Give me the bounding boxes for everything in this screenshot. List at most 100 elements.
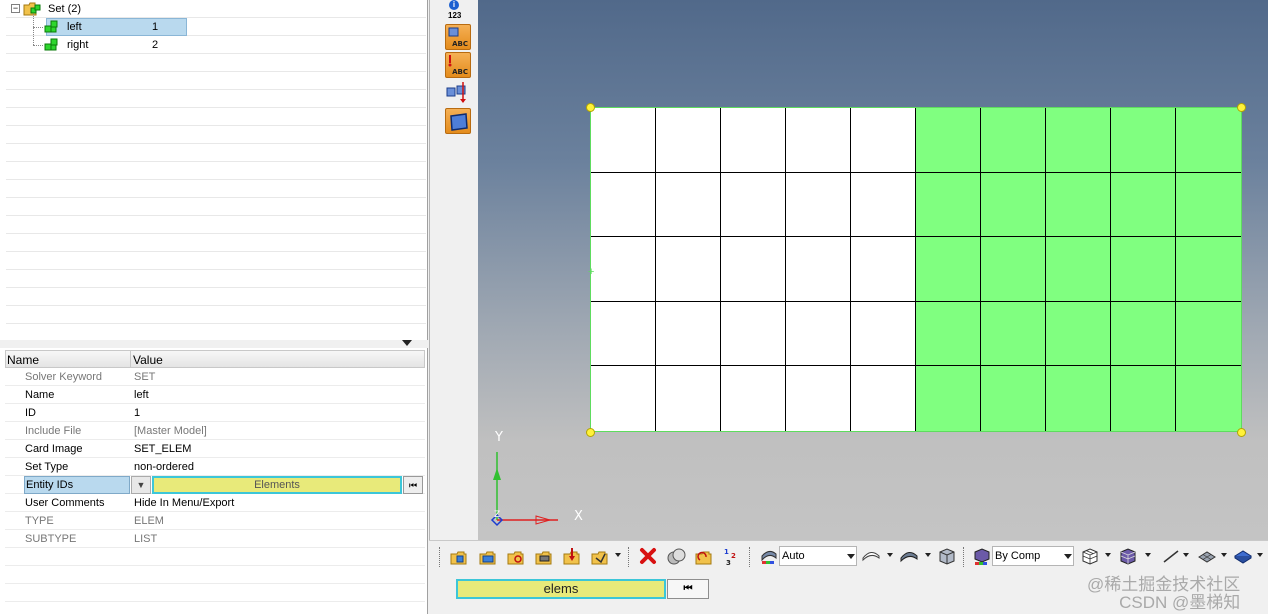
property-row[interactable]: SUBTYPE LIST bbox=[5, 530, 425, 548]
normals-icon[interactable] bbox=[445, 80, 471, 106]
tree-item-left[interactable]: left 1 bbox=[67, 18, 187, 36]
mesh-element[interactable] bbox=[1176, 366, 1241, 431]
property-row[interactable]: Solver Keyword SET bbox=[5, 368, 425, 386]
mesh-element[interactable] bbox=[851, 237, 916, 302]
visualization-mode-select[interactable]: Auto bbox=[779, 546, 857, 566]
property-row[interactable]: User Comments Hide In Menu/Export bbox=[5, 494, 425, 512]
color-by-component-icon[interactable] bbox=[972, 546, 992, 566]
reverse-selection-icon[interactable] bbox=[694, 546, 714, 566]
mesh-element[interactable] bbox=[916, 172, 981, 238]
component-display-icon[interactable] bbox=[478, 546, 498, 566]
mesh-element[interactable] bbox=[721, 366, 786, 431]
property-value[interactable]: left bbox=[134, 386, 149, 404]
mesh-element[interactable] bbox=[981, 108, 1046, 173]
mesh-element[interactable] bbox=[1046, 237, 1111, 302]
mesh-element[interactable] bbox=[1176, 108, 1241, 173]
mesh-element[interactable] bbox=[981, 301, 1046, 367]
mesh-element[interactable] bbox=[1111, 172, 1176, 238]
mesh-element[interactable] bbox=[1111, 237, 1176, 302]
mesh-element[interactable] bbox=[786, 108, 851, 173]
mesh-element[interactable] bbox=[1111, 301, 1176, 367]
dropdown-caret-icon[interactable] bbox=[1105, 553, 1111, 557]
corner-node[interactable] bbox=[586, 428, 595, 437]
property-row[interactable]: Include File [Master Model] bbox=[5, 422, 425, 440]
mesh-element[interactable] bbox=[591, 237, 656, 302]
shell-mesh[interactable] bbox=[590, 107, 1242, 432]
mesh-element[interactable] bbox=[656, 237, 721, 302]
mesh-element[interactable] bbox=[656, 108, 721, 173]
mesh-element[interactable] bbox=[981, 172, 1046, 238]
mesh-element[interactable] bbox=[916, 366, 981, 431]
mesh-element[interactable] bbox=[656, 366, 721, 431]
shaded-elements-button[interactable] bbox=[445, 108, 471, 134]
property-value[interactable]: non-ordered bbox=[134, 458, 194, 476]
mesh-element[interactable] bbox=[916, 108, 981, 173]
graphics-viewport[interactable]: + Y X Z bbox=[478, 0, 1268, 540]
mesh-element[interactable] bbox=[1046, 301, 1111, 367]
mesh-element[interactable] bbox=[1176, 172, 1241, 238]
mesh-element[interactable] bbox=[851, 172, 916, 238]
mesh-element[interactable] bbox=[786, 237, 851, 302]
mesh-element[interactable] bbox=[656, 172, 721, 238]
mesh-element[interactable] bbox=[851, 108, 916, 173]
mesh-element[interactable] bbox=[851, 301, 916, 367]
tree-item-right[interactable]: right 2 bbox=[67, 36, 187, 54]
mesh-element[interactable] bbox=[786, 301, 851, 367]
collapse-arrow-icon[interactable] bbox=[402, 340, 412, 346]
mesh-element[interactable] bbox=[981, 366, 1046, 431]
corner-node[interactable] bbox=[1237, 428, 1246, 437]
corner-node[interactable] bbox=[1237, 103, 1246, 112]
components-icon[interactable] bbox=[666, 546, 686, 566]
color-mode-select[interactable]: By Comp bbox=[992, 546, 1074, 566]
visualization-mode-icon[interactable] bbox=[759, 546, 779, 566]
property-row[interactable]: ID 1 bbox=[5, 404, 425, 422]
entity-selector-elements[interactable]: Elements bbox=[152, 476, 402, 494]
mesh-element[interactable] bbox=[786, 172, 851, 238]
mesh-element[interactable] bbox=[591, 108, 656, 173]
mesh-element[interactable] bbox=[851, 366, 916, 431]
numbering-icon[interactable]: 123 bbox=[722, 546, 742, 567]
mask-icon[interactable] bbox=[562, 546, 582, 566]
line-display-icon[interactable] bbox=[1161, 546, 1181, 566]
shell-display-icon[interactable] bbox=[1233, 546, 1253, 566]
isolate-icon[interactable] bbox=[534, 546, 554, 566]
element-selector-field[interactable]: elems bbox=[456, 579, 666, 599]
dropdown-caret-icon[interactable] bbox=[1183, 553, 1189, 557]
info-icon[interactable]: i bbox=[449, 0, 459, 10]
collapse-toggle[interactable]: − bbox=[11, 4, 20, 13]
plane-display-icon[interactable] bbox=[1197, 546, 1217, 566]
unmask-icon[interactable] bbox=[590, 546, 610, 566]
property-value[interactable]: Hide In Menu/Export bbox=[134, 494, 234, 512]
mesh-element[interactable] bbox=[916, 301, 981, 367]
mesh-element[interactable] bbox=[721, 237, 786, 302]
mesh-element[interactable] bbox=[1176, 301, 1241, 367]
property-row-entity-ids[interactable]: Entity IDs ▼ Elements ⏮ bbox=[5, 476, 425, 494]
delete-icon[interactable] bbox=[638, 546, 658, 566]
solid-display-icon[interactable] bbox=[937, 546, 957, 566]
mesh-element[interactable] bbox=[721, 301, 786, 367]
property-value[interactable]: 1 bbox=[134, 404, 140, 422]
reset-selection-button[interactable]: ⏮ bbox=[667, 579, 709, 599]
show-all-components-icon[interactable] bbox=[449, 546, 469, 566]
surface-edges-icon[interactable] bbox=[861, 546, 881, 566]
wireframe-elements-icon[interactable] bbox=[1080, 546, 1100, 566]
property-row[interactable]: Set Type non-ordered bbox=[5, 458, 425, 476]
property-row[interactable]: Card Image SET_ELEM bbox=[5, 440, 425, 458]
dropdown-caret-icon[interactable] bbox=[925, 553, 931, 557]
dropdown-caret-icon[interactable] bbox=[1145, 553, 1151, 557]
element-label-button[interactable]: ABC bbox=[445, 24, 471, 50]
mesh-element[interactable] bbox=[981, 237, 1046, 302]
surface-shaded-icon[interactable] bbox=[899, 546, 919, 566]
corner-node[interactable] bbox=[586, 103, 595, 112]
mesh-element[interactable] bbox=[916, 237, 981, 302]
mesh-element[interactable] bbox=[591, 366, 656, 431]
panel-splitter[interactable] bbox=[0, 340, 428, 348]
mesh-element[interactable] bbox=[721, 108, 786, 173]
dropdown-caret-icon[interactable] bbox=[615, 553, 621, 557]
property-value[interactable]: SET_ELEM bbox=[134, 440, 191, 458]
mesh-element[interactable] bbox=[591, 301, 656, 367]
mesh-element[interactable] bbox=[1046, 366, 1111, 431]
mesh-element[interactable] bbox=[1176, 237, 1241, 302]
reset-selection-button[interactable]: ⏮ bbox=[403, 476, 423, 494]
dropdown-caret-icon[interactable] bbox=[887, 553, 893, 557]
